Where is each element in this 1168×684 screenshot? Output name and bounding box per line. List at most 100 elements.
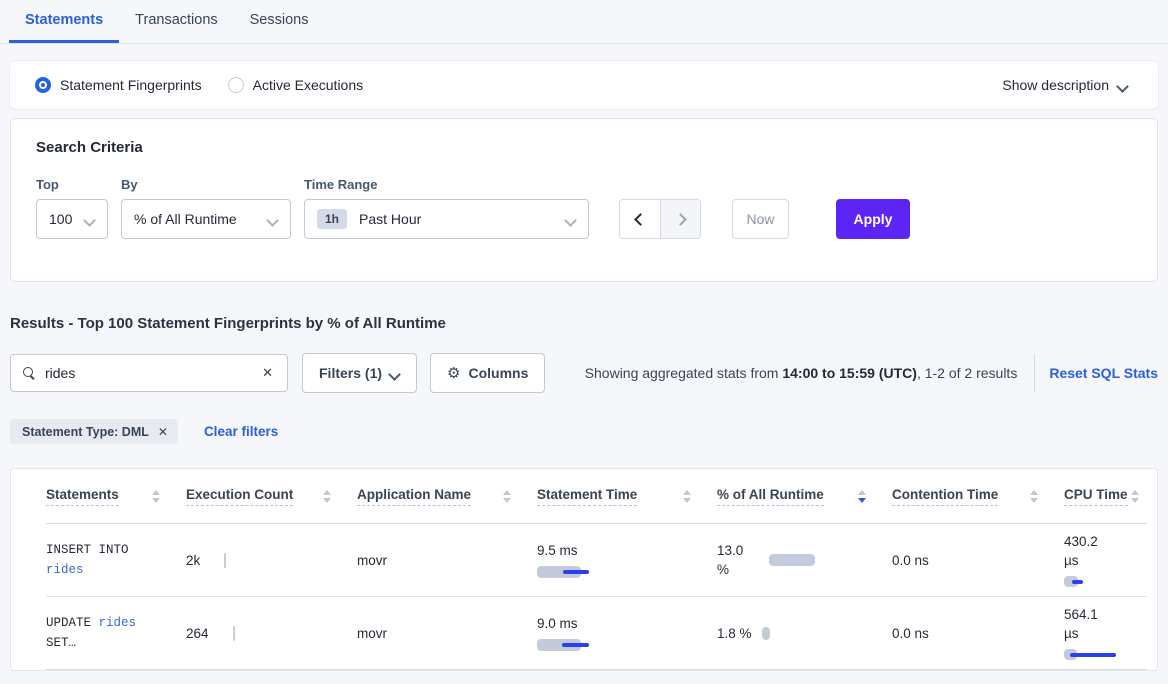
statement-text: UPDATE xyxy=(46,616,99,630)
statement-link[interactable]: rides xyxy=(99,616,137,630)
statement-fingerprint[interactable]: INSERT INTO rides xyxy=(46,540,160,580)
application-name-value: movr xyxy=(357,626,537,641)
column-header-label[interactable]: Application Name xyxy=(357,487,471,506)
stats-suffix: , 1-2 of 2 results xyxy=(917,365,1017,381)
radio-statement-fingerprints-label: Statement Fingerprints xyxy=(60,77,202,93)
filters-button[interactable]: Filters (1) xyxy=(302,353,417,393)
stats-prefix: Showing aggregated stats from xyxy=(585,365,783,381)
pct-runtime-value: 13.0 % xyxy=(717,541,759,579)
statement-fingerprint[interactable]: UPDATE rides SET… xyxy=(46,613,160,653)
show-description-label: Show description xyxy=(1002,77,1109,93)
previous-time-range-button[interactable] xyxy=(620,200,660,238)
by-label: By xyxy=(121,177,291,192)
by-field: By % of All Runtime xyxy=(121,177,291,239)
apply-button[interactable]: Apply xyxy=(836,199,910,239)
time-range-field: Time Range 1h Past Hour xyxy=(304,177,606,239)
reset-sql-stats-link[interactable]: Reset SQL Stats xyxy=(1049,365,1158,381)
radio-active-executions-label: Active Executions xyxy=(253,77,364,93)
column-header-statement-time: Statement Time xyxy=(537,487,717,506)
time-range-select[interactable]: 1h Past Hour xyxy=(304,199,589,239)
tab-sessions[interactable]: Sessions xyxy=(234,0,325,43)
table-header-row: Statements Execution Count Application N… xyxy=(46,469,1147,524)
application-name-value: movr xyxy=(357,553,537,568)
execution-count-value: 2k xyxy=(186,553,200,568)
statement-time-barchart xyxy=(537,639,691,652)
sort-icon[interactable] xyxy=(683,490,691,503)
column-header-statements: Statements xyxy=(46,487,186,506)
column-header-label[interactable]: % of All Runtime xyxy=(717,487,824,506)
sort-icon-active-desc[interactable] xyxy=(858,490,866,503)
search-box: ✕ xyxy=(10,354,288,392)
time-range-label: Time Range xyxy=(304,177,606,192)
statement-text: INSERT INTO xyxy=(46,543,129,557)
table-row: INSERT INTO rides 2k movr 9.5 ms 13.0 % … xyxy=(46,524,1147,597)
clear-filters-link[interactable]: Clear filters xyxy=(204,424,278,439)
show-description-toggle[interactable]: Show description xyxy=(1002,77,1128,93)
pct-runtime-barchart xyxy=(769,554,815,567)
stats-time-window: 14:00 to 15:59 (UTC) xyxy=(782,365,917,381)
pct-runtime-barchart xyxy=(762,627,770,640)
statement-link[interactable]: rides xyxy=(46,563,84,577)
aggregated-stats-text: Showing aggregated stats from 14:00 to 1… xyxy=(585,365,1018,381)
radio-unselected-icon xyxy=(228,77,244,93)
statement-text: SET… xyxy=(46,636,76,650)
by-select[interactable]: % of All Runtime xyxy=(121,199,291,239)
next-time-range-button[interactable] xyxy=(660,200,700,238)
column-header-label[interactable]: CPU Time xyxy=(1064,487,1128,506)
divider xyxy=(1034,354,1035,392)
cpu-time-barchart xyxy=(1064,576,1139,589)
time-range-badge: 1h xyxy=(317,209,347,229)
tab-transactions[interactable]: Transactions xyxy=(119,0,233,43)
chevron-left-icon xyxy=(634,213,647,226)
column-header-cpu-time: CPU Time xyxy=(1064,487,1147,506)
remove-filter-icon[interactable]: ✕ xyxy=(158,425,168,439)
by-select-value: % of All Runtime xyxy=(134,211,237,227)
chevron-right-icon xyxy=(674,213,687,226)
statement-time-barchart xyxy=(537,566,691,579)
chevron-down-icon xyxy=(268,214,278,224)
sort-icon[interactable] xyxy=(323,490,331,503)
column-header-contention-time: Contention Time xyxy=(892,487,1064,506)
cpu-time-value: 430.2 µs xyxy=(1064,532,1112,570)
top-select[interactable]: 100 xyxy=(36,199,108,239)
radio-statement-fingerprints[interactable]: Statement Fingerprints xyxy=(35,77,202,93)
results-controls: ✕ Filters (1) ⚙ Columns Showing aggregat… xyxy=(10,353,1158,393)
sql-activity-tabs: Statements Transactions Sessions xyxy=(0,0,1168,44)
results-heading: Results - Top 100 Statement Fingerprints… xyxy=(10,315,1158,332)
statement-time-value: 9.5 ms xyxy=(537,542,691,560)
column-header-pct-all-runtime: % of All Runtime xyxy=(717,487,892,506)
execution-count-value: 264 xyxy=(186,626,209,641)
sort-icon[interactable] xyxy=(1030,490,1038,503)
column-header-label[interactable]: Statement Time xyxy=(537,487,637,506)
column-header-label[interactable]: Execution Count xyxy=(186,487,293,506)
top-label: Top xyxy=(36,177,108,192)
statements-table: Statements Execution Count Application N… xyxy=(10,468,1158,671)
radio-active-executions[interactable]: Active Executions xyxy=(228,77,364,93)
sort-icon[interactable] xyxy=(503,490,511,503)
columns-button[interactable]: ⚙ Columns xyxy=(430,353,545,393)
cpu-time-barchart xyxy=(1064,649,1139,662)
column-header-label[interactable]: Statements xyxy=(46,487,119,506)
execution-count-bar xyxy=(224,553,226,568)
table-row: UPDATE rides SET… 264 movr 9.0 ms 1.8 % … xyxy=(46,597,1147,670)
filter-chip-statement-type-dml[interactable]: Statement Type: DML ✕ xyxy=(10,419,178,444)
sort-icon[interactable] xyxy=(1131,490,1139,503)
execution-count-bar xyxy=(233,626,235,641)
column-header-application-name: Application Name xyxy=(357,487,537,506)
chevron-down-icon xyxy=(390,368,400,378)
columns-button-label: Columns xyxy=(468,365,528,381)
chevron-down-icon xyxy=(1118,80,1128,90)
time-range-value: Past Hour xyxy=(359,211,421,227)
column-header-label[interactable]: Contention Time xyxy=(892,487,998,506)
clear-search-icon[interactable]: ✕ xyxy=(260,365,275,381)
tab-statements[interactable]: Statements xyxy=(9,0,119,43)
chevron-down-icon xyxy=(85,214,95,224)
top-select-value: 100 xyxy=(49,211,72,227)
search-input[interactable] xyxy=(45,365,260,381)
column-header-execution-count: Execution Count xyxy=(186,487,357,506)
search-criteria-title: Search Criteria xyxy=(36,139,1132,156)
now-button[interactable]: Now xyxy=(732,199,789,239)
gear-icon: ⚙ xyxy=(447,366,460,381)
contention-time-value: 0.0 ns xyxy=(892,553,1064,568)
sort-icon[interactable] xyxy=(152,490,160,503)
